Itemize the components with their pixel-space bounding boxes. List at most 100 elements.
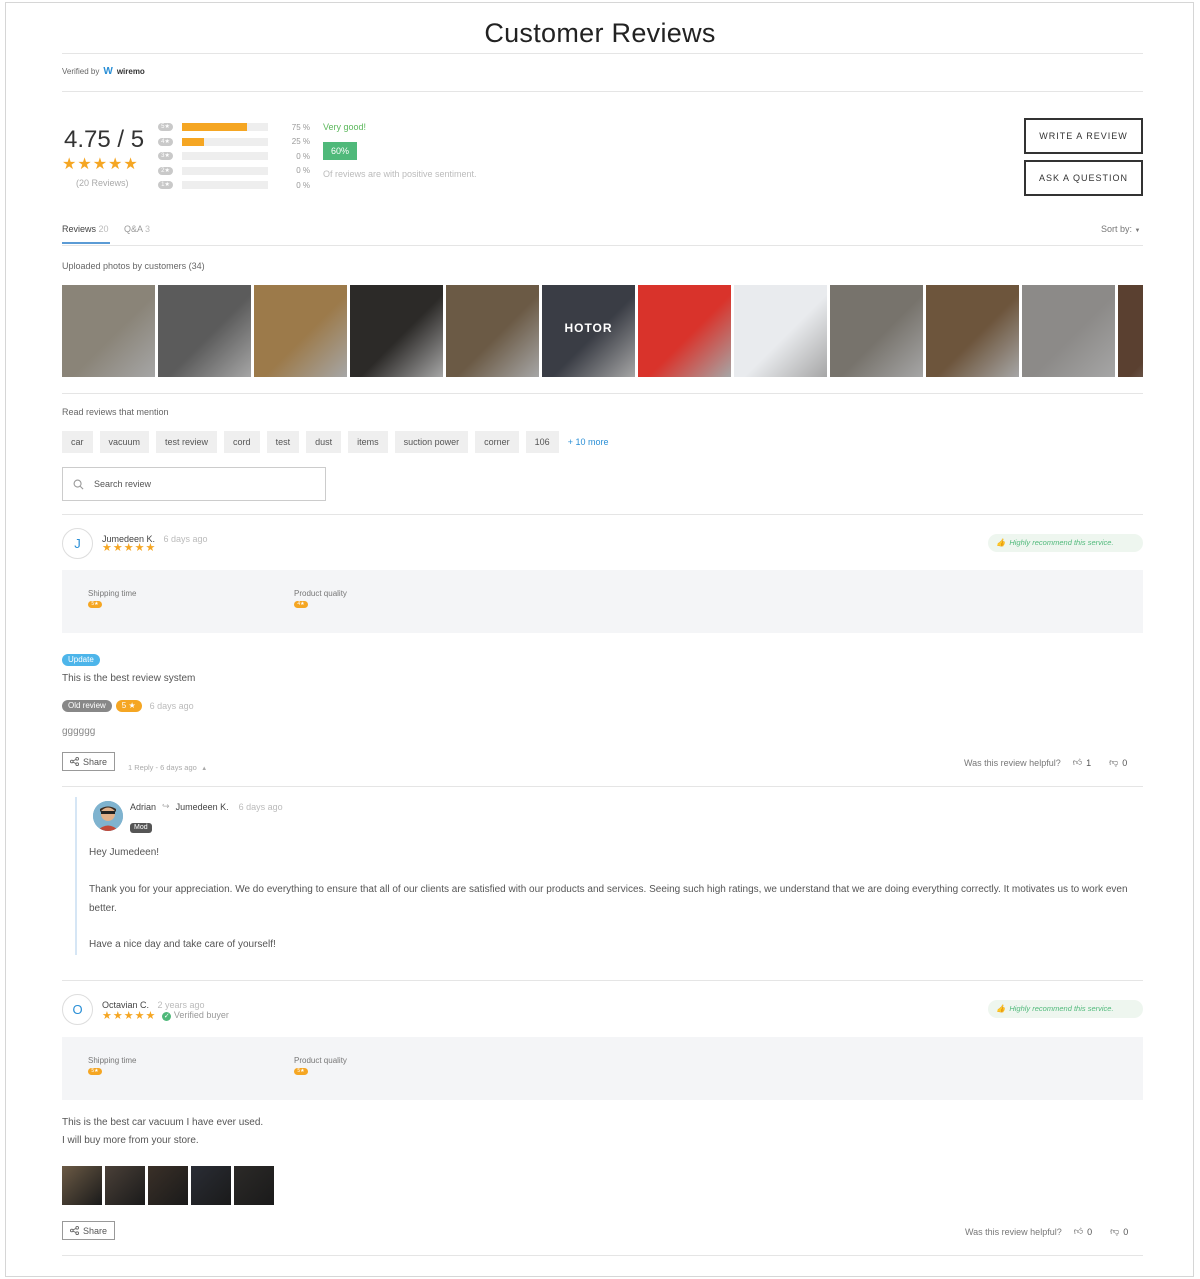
review-photos bbox=[62, 1166, 274, 1205]
divider bbox=[62, 91, 1143, 92]
review-photo-thumbnail[interactable] bbox=[234, 1166, 274, 1205]
avatar bbox=[93, 801, 123, 831]
helpful-up-button[interactable]: 👍︎ 1 bbox=[1073, 757, 1091, 768]
verified-by-label: Verified by bbox=[62, 67, 100, 76]
customer-photo[interactable]: HOTOR bbox=[542, 285, 635, 377]
mention-chip[interactable]: cord bbox=[224, 431, 260, 453]
tab-qa[interactable]: Q&A 3 bbox=[124, 224, 150, 234]
customer-photo[interactable] bbox=[446, 285, 539, 377]
distribution-row[interactable]: 4★ 25 % bbox=[158, 137, 310, 147]
distribution-row[interactable]: 1★ 0 % bbox=[158, 180, 310, 190]
helpful-label: Was this review helpful? bbox=[965, 1226, 1062, 1237]
shipping-label: Shipping time bbox=[88, 589, 137, 598]
customer-photo[interactable] bbox=[350, 285, 443, 377]
distribution-bar bbox=[182, 123, 268, 131]
photo-gallery: HOTOR bbox=[62, 285, 1143, 377]
review-photo-thumbnail[interactable] bbox=[62, 1166, 102, 1205]
mention-chip[interactable]: test review bbox=[156, 431, 218, 453]
reply-time: 6 days ago bbox=[238, 801, 283, 812]
thumbs-up-icon: 👍︎ bbox=[1073, 1226, 1084, 1236]
distribution-percent: 0 % bbox=[296, 180, 310, 190]
distribution-row[interactable]: 5★ 75 % bbox=[158, 122, 310, 132]
recommend-badge: 👍 Highly recommend this service. bbox=[988, 1000, 1143, 1018]
write-review-button[interactable]: WRITE A REVIEW bbox=[1024, 118, 1143, 154]
distribution-row[interactable]: 2★ 0 % bbox=[158, 166, 310, 176]
mention-chip[interactable]: test bbox=[266, 431, 300, 453]
old-review-badge: Old review bbox=[62, 700, 112, 712]
rating-details: Shipping time 5★ Product quality 5★ bbox=[62, 1037, 1143, 1100]
review-photo-thumbnail[interactable] bbox=[148, 1166, 188, 1205]
customer-photo[interactable] bbox=[62, 285, 155, 377]
review-text-line-1: This is the best car vacuum I have ever … bbox=[62, 1117, 264, 1128]
distribution-percent: 0 % bbox=[296, 151, 310, 161]
helpful-down-button[interactable]: 👎︎ 0 bbox=[1110, 1226, 1128, 1237]
distribution-star-label: 5★ bbox=[158, 123, 173, 131]
search-input[interactable] bbox=[94, 479, 304, 489]
review-photo-thumbnail[interactable] bbox=[191, 1166, 231, 1205]
helpful-up-button[interactable]: 👍︎ 0 bbox=[1074, 1226, 1092, 1237]
distribution-percent: 75 % bbox=[291, 122, 310, 132]
distribution-bar bbox=[182, 181, 268, 189]
mention-chip[interactable]: car bbox=[62, 431, 93, 453]
mention-chip[interactable]: suction power bbox=[394, 431, 469, 453]
review-text-line-2: I will buy more from your store. bbox=[62, 1135, 199, 1146]
old-review-header: Old review 5 ★ 6 days ago bbox=[62, 700, 194, 712]
share-button[interactable]: Share bbox=[62, 752, 115, 771]
wiremo-brand: wiremo bbox=[116, 67, 145, 76]
helpful-up-count: 1 bbox=[1086, 757, 1092, 768]
customer-photo[interactable] bbox=[734, 285, 827, 377]
avatar: J bbox=[62, 528, 93, 559]
mention-chip[interactable]: items bbox=[348, 431, 388, 453]
mod-badge: Mod bbox=[130, 823, 152, 833]
average-score: 4.75 / 5 bbox=[64, 126, 145, 153]
mention-chip[interactable]: dust bbox=[306, 431, 342, 453]
customer-photo[interactable] bbox=[158, 285, 251, 377]
mention-chips: car vacuum test review cord test dust items suc… bbox=[62, 431, 608, 453]
share-label: Share bbox=[82, 1225, 108, 1236]
tab-reviews[interactable]: Reviews 20 bbox=[62, 224, 109, 234]
rating-details: Shipping time 5★ Product quality 4★ bbox=[62, 570, 1143, 633]
divider bbox=[62, 786, 1143, 787]
tab-reviews-count: 20 bbox=[98, 224, 109, 234]
customer-photo[interactable] bbox=[638, 285, 731, 377]
distribution-bar-fill bbox=[182, 137, 204, 146]
distribution-star-label: 2★ bbox=[158, 166, 173, 175]
more-mentions-link[interactable]: + 10 more bbox=[568, 437, 609, 447]
customer-photo[interactable] bbox=[926, 285, 1019, 377]
old-review-text: gggggg bbox=[62, 726, 96, 737]
share-button[interactable]: Share bbox=[62, 1221, 115, 1240]
sort-dropdown[interactable]: Sort by: ▼ bbox=[1101, 224, 1140, 234]
thumbs-down-icon: 👎︎ bbox=[1109, 757, 1119, 767]
caret-up-icon: ▲ bbox=[201, 766, 208, 772]
distribution-row[interactable]: 3★ 0 % bbox=[158, 151, 310, 161]
mention-chip[interactable]: vacuum bbox=[99, 431, 150, 453]
divider bbox=[62, 245, 1143, 246]
customer-photo[interactable] bbox=[254, 285, 347, 377]
search-box bbox=[62, 467, 326, 501]
reply-toggle[interactable]: 1 Reply - 6 days ago ▲ bbox=[128, 757, 207, 775]
sort-label: Sort by: bbox=[1101, 224, 1133, 234]
average-stars: ★★★★★ bbox=[62, 156, 139, 173]
user-photo-icon bbox=[93, 801, 123, 831]
reply-to: Jumedeen K. bbox=[175, 801, 229, 812]
customer-photo[interactable] bbox=[1022, 285, 1115, 377]
review-photo-thumbnail[interactable] bbox=[105, 1166, 145, 1205]
active-tab-indicator bbox=[62, 242, 110, 244]
wiremo-logo-icon: W bbox=[103, 66, 113, 77]
divider bbox=[62, 393, 1143, 394]
old-review-rating: 5 ★ bbox=[115, 700, 142, 712]
sentiment-description: Of reviews are with positive sentiment. bbox=[323, 169, 477, 179]
mention-chip[interactable]: corner bbox=[475, 431, 519, 453]
customer-photo[interactable] bbox=[1118, 285, 1143, 377]
ask-question-button[interactable]: ASK A QUESTION bbox=[1024, 160, 1143, 196]
quality-label: Product quality bbox=[294, 589, 347, 598]
reply-indent-bar bbox=[75, 797, 77, 955]
old-review-time: 6 days ago bbox=[149, 701, 194, 711]
customer-photo[interactable] bbox=[830, 285, 923, 377]
helpful-row: Was this review helpful? 👍︎ 0 👎︎ 0 bbox=[965, 1226, 1128, 1237]
shipping-rating: 5★ bbox=[88, 1068, 102, 1075]
helpful-up-count: 0 bbox=[1087, 1226, 1093, 1237]
mention-chip[interactable]: 106 bbox=[525, 431, 559, 453]
helpful-down-button[interactable]: 👎︎ 0 bbox=[1109, 757, 1127, 768]
divider bbox=[62, 980, 1143, 981]
